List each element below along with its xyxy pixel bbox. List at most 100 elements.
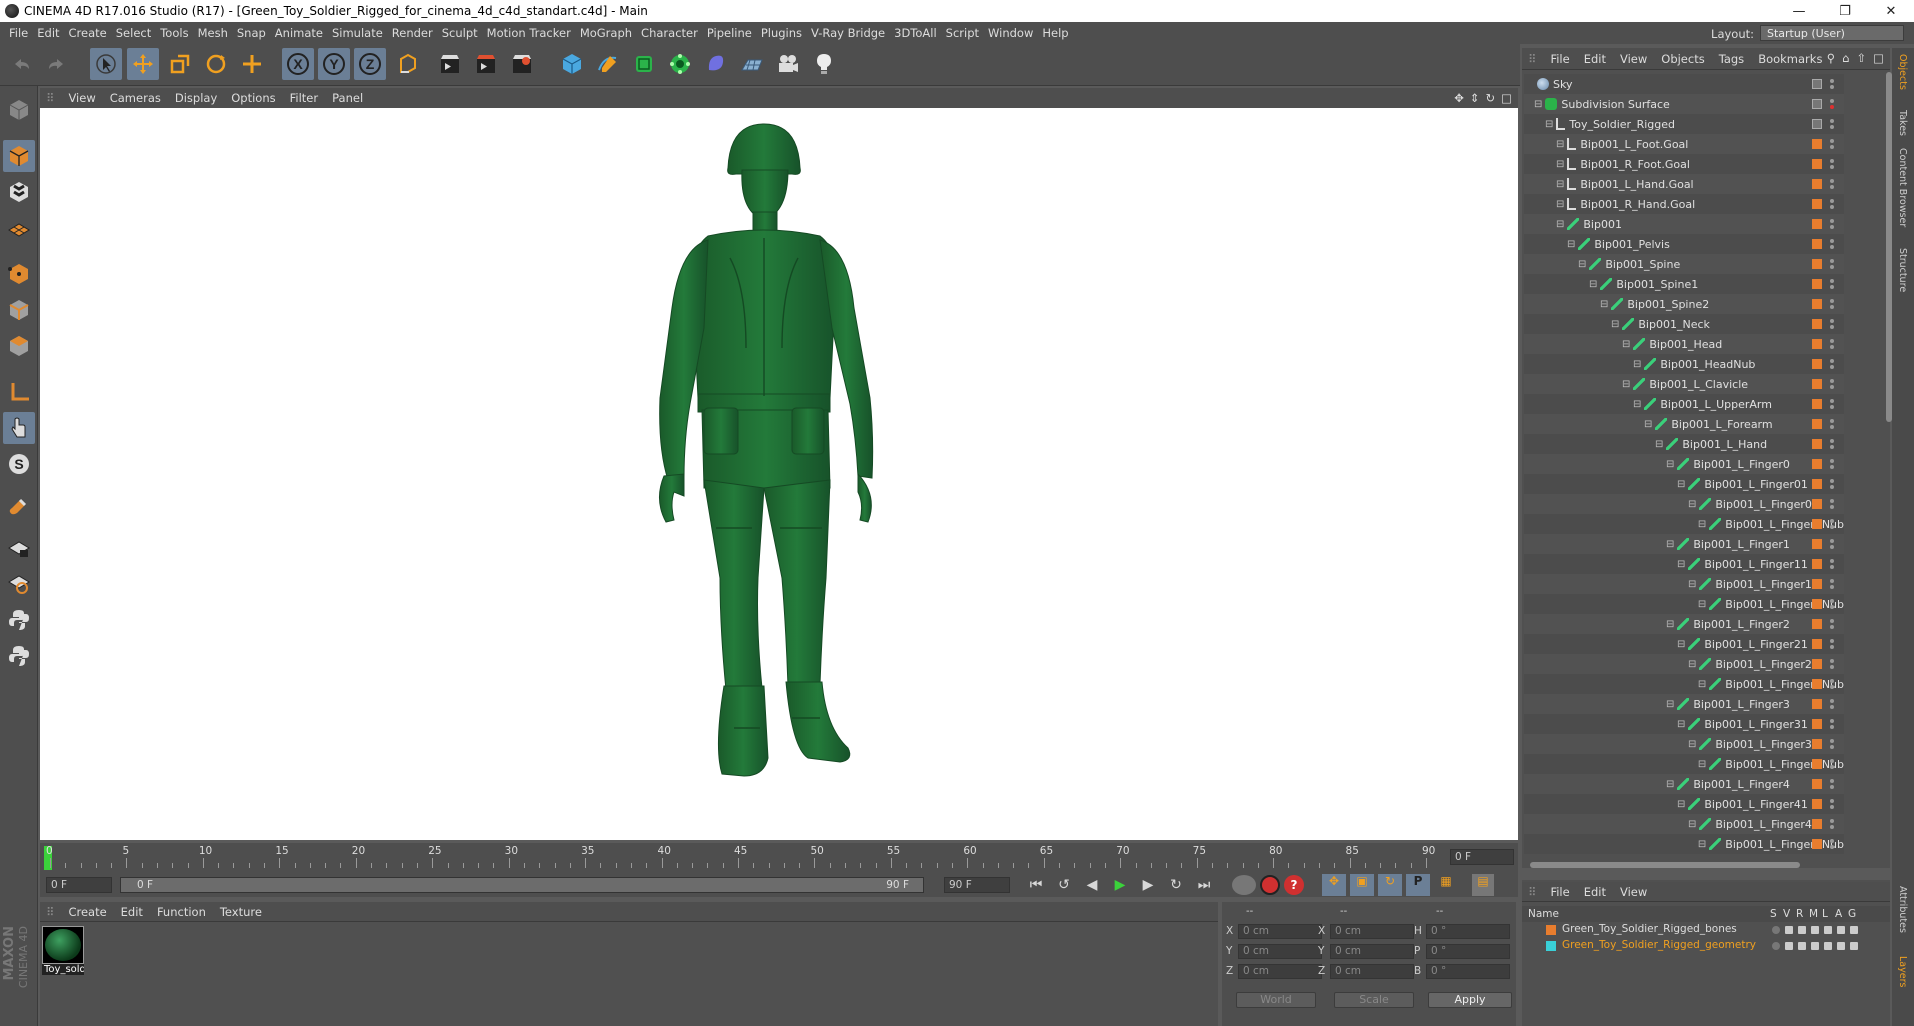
- layer-color-swatch[interactable]: [1812, 219, 1822, 229]
- home-icon[interactable]: ⌂: [1842, 51, 1849, 65]
- menu-edit[interactable]: Edit: [37, 26, 59, 40]
- objects-menu-tags[interactable]: Tags: [1719, 52, 1744, 66]
- key-rotation-icon[interactable]: ↻: [1378, 874, 1402, 896]
- render-visibility-dot[interactable]: [1830, 705, 1834, 709]
- axis-mode-icon[interactable]: [3, 376, 35, 408]
- coord-field[interactable]: 0 cm: [1330, 944, 1414, 959]
- object-row[interactable]: ⊟ Bip001_L_Finger21: [1524, 634, 1844, 654]
- object-row[interactable]: ⊟ Bip001_Pelvis: [1524, 234, 1844, 254]
- layer-color-swatch[interactable]: [1812, 279, 1822, 289]
- layer-color-swatch[interactable]: [1812, 419, 1822, 429]
- zoom-view-icon[interactable]: ⇕: [1470, 91, 1480, 105]
- menu-file[interactable]: File: [9, 26, 28, 40]
- tree-toggle-icon[interactable]: ⊟: [1567, 239, 1575, 250]
- editor-visibility-dot[interactable]: [1830, 299, 1834, 303]
- layer-row[interactable]: Green_Toy_Soldier_Rigged_bones: [1522, 922, 1882, 938]
- floor-icon[interactable]: [736, 48, 768, 80]
- viewport-menu-options[interactable]: Options: [231, 91, 275, 105]
- record-keys-icon[interactable]: [1232, 875, 1256, 895]
- previous-frame-icon[interactable]: ◀: [1080, 877, 1104, 893]
- layer-column-v[interactable]: V: [1783, 908, 1790, 920]
- render-visibility-dot[interactable]: [1830, 325, 1834, 329]
- editor-visibility-dot[interactable]: [1830, 679, 1834, 683]
- tree-toggle-icon[interactable]: ⊟: [1556, 139, 1564, 150]
- object-row[interactable]: ⊟ Bip001_Spine1: [1524, 274, 1844, 294]
- render-visibility-dot[interactable]: [1830, 545, 1834, 549]
- editor-visibility-dot[interactable]: [1830, 439, 1834, 443]
- key-parameter-icon[interactable]: P: [1406, 874, 1430, 896]
- object-row[interactable]: ⊟ Toy_Soldier_Rigged: [1524, 114, 1844, 134]
- redo-icon[interactable]: [40, 48, 72, 80]
- locked-workplane-icon[interactable]: [3, 532, 35, 564]
- layer-flag-icon[interactable]: [1798, 942, 1806, 950]
- object-row[interactable]: ⊟ Bip001_L_Foot.Goal: [1524, 134, 1844, 154]
- layer-color-swatch[interactable]: [1812, 579, 1822, 589]
- python-script-icon-2[interactable]: [3, 640, 35, 672]
- mograph-cloner-icon[interactable]: [664, 48, 696, 80]
- tree-toggle-icon[interactable]: ⊟: [1698, 519, 1706, 530]
- menu-motion-tracker[interactable]: Motion Tracker: [487, 26, 571, 40]
- object-row[interactable]: ⊟ Bip001_L_Finger31: [1524, 714, 1844, 734]
- material-menu-edit[interactable]: Edit: [121, 905, 143, 919]
- tree-toggle-icon[interactable]: ⊟: [1698, 759, 1706, 770]
- tree-toggle-icon[interactable]: ⊟: [1688, 499, 1696, 510]
- subdivision-surface-icon[interactable]: [628, 48, 660, 80]
- layer-color-swatch[interactable]: [1812, 139, 1822, 149]
- model-mode-icon[interactable]: [3, 140, 35, 172]
- editor-visibility-dot[interactable]: [1830, 179, 1834, 183]
- polygons-mode-icon[interactable]: [3, 330, 35, 362]
- editor-visibility-dot[interactable]: [1830, 159, 1834, 163]
- menu-3dtoall[interactable]: 3DToAll: [894, 26, 937, 40]
- start-frame-field[interactable]: 0 F: [46, 877, 112, 893]
- coord-field[interactable]: 0 cm: [1238, 964, 1322, 979]
- editor-visibility-dot[interactable]: [1830, 479, 1834, 483]
- object-row[interactable]: ⊟ Bip001_L_Finger11: [1524, 554, 1844, 574]
- menu-v-ray-bridge[interactable]: V-Ray Bridge: [811, 26, 885, 40]
- layer-flag-icon[interactable]: [1837, 942, 1845, 950]
- render-settings-icon[interactable]: [506, 48, 538, 80]
- layer-flag-icon[interactable]: [1850, 926, 1858, 934]
- render-visibility-dot[interactable]: [1830, 405, 1834, 409]
- layer-flag-icon[interactable]: [1837, 926, 1845, 934]
- render-visibility-dot[interactable]: [1830, 485, 1834, 489]
- editor-visibility-dot[interactable]: [1830, 399, 1834, 403]
- object-row[interactable]: ⊟ Subdivision Surface: [1524, 94, 1844, 114]
- layers-menu-file[interactable]: File: [1550, 885, 1569, 899]
- apply-button[interactable]: Apply: [1428, 992, 1512, 1008]
- menu-character[interactable]: Character: [641, 26, 698, 40]
- render-visibility-dot[interactable]: [1830, 605, 1834, 609]
- render-visibility-dot[interactable]: [1830, 145, 1834, 149]
- tree-toggle-icon[interactable]: ⊟: [1633, 399, 1641, 410]
- render-visibility-dot[interactable]: [1830, 185, 1834, 189]
- object-row[interactable]: ⊟ Bip001_R_Hand.Goal: [1524, 194, 1844, 214]
- viewport-menu-panel[interactable]: Panel: [332, 91, 363, 105]
- viewport-menu-filter[interactable]: Filter: [290, 91, 318, 105]
- layer-column-m[interactable]: M: [1809, 908, 1818, 920]
- editor-visibility-dot[interactable]: [1830, 219, 1834, 223]
- render-visibility-dot[interactable]: [1830, 625, 1834, 629]
- editor-visibility-dot[interactable]: [1830, 699, 1834, 703]
- move-icon[interactable]: [127, 48, 159, 80]
- planar-workplane-icon[interactable]: [3, 568, 35, 600]
- texture-mode-icon[interactable]: [3, 176, 35, 208]
- layers-menu-view[interactable]: View: [1620, 885, 1647, 899]
- menu-script[interactable]: Script: [946, 26, 979, 40]
- tree-toggle-icon[interactable]: ⊟: [1698, 599, 1706, 610]
- render-visibility-dot[interactable]: [1830, 565, 1834, 569]
- render-visibility-dot[interactable]: [1830, 105, 1834, 109]
- object-row[interactable]: ⊟ Bip001_L_Forearm: [1524, 414, 1844, 434]
- render-visibility-dot[interactable]: [1830, 265, 1834, 269]
- layer-flag-icon[interactable]: [1798, 926, 1806, 934]
- render-visibility-dot[interactable]: [1830, 765, 1834, 769]
- render-visibility-dot[interactable]: [1830, 205, 1834, 209]
- tab-content-browser[interactable]: Content Browser: [1897, 148, 1908, 227]
- tree-toggle-icon[interactable]: ⊟: [1589, 279, 1597, 290]
- y-axis-lock-icon[interactable]: Y: [318, 48, 350, 80]
- viewport-menu-cameras[interactable]: Cameras: [110, 91, 161, 105]
- key-position-icon[interactable]: ✥: [1322, 874, 1346, 896]
- object-row[interactable]: ⊟ Bip001_L_Finger2Nub: [1524, 674, 1844, 694]
- layer-color-swatch[interactable]: [1812, 739, 1822, 749]
- editor-visibility-dot[interactable]: [1830, 719, 1834, 723]
- viewport-menu-display[interactable]: Display: [175, 91, 217, 105]
- tweak-mode-icon[interactable]: [3, 412, 35, 444]
